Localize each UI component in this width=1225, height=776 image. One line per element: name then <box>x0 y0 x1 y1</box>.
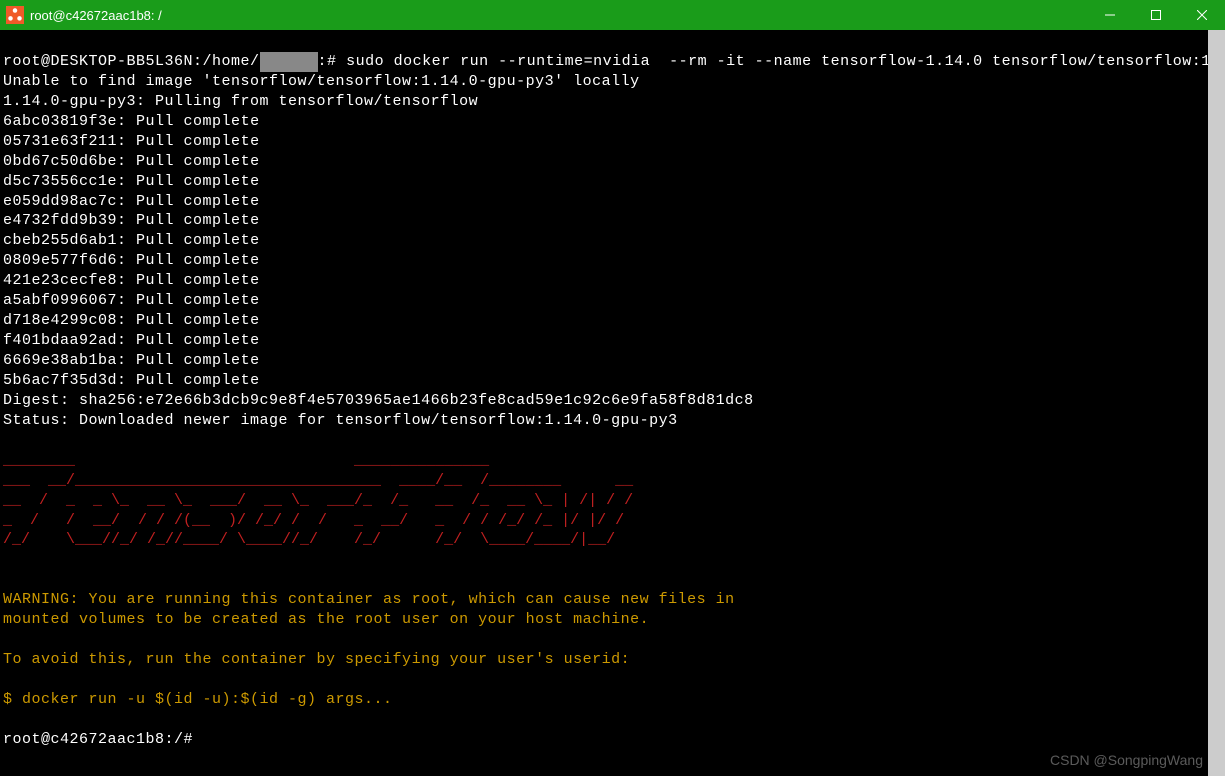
close-button[interactable] <box>1179 0 1225 30</box>
warning-block: WARNING: You are running this container … <box>3 591 735 708</box>
scrollbar-thumb[interactable] <box>1208 30 1225 776</box>
window-titlebar: root@c42672aac1b8: / <box>0 0 1225 30</box>
layer-line: a5abf0996067: Pull complete <box>3 292 260 309</box>
maximize-button[interactable] <box>1133 0 1179 30</box>
layer-line: d5c73556cc1e: Pull complete <box>3 173 260 190</box>
layer-line: 0bd67c50d6be: Pull complete <box>3 153 260 170</box>
layer-line: e4732fdd9b39: Pull complete <box>3 212 260 229</box>
layer-line: f401bdaa92ad: Pull complete <box>3 332 260 349</box>
layer-line: e059dd98ac7c: Pull complete <box>3 193 260 210</box>
layer-line: d718e4299c08: Pull complete <box>3 312 260 329</box>
layer-line: 6abc03819f3e: Pull complete <box>3 113 260 130</box>
window-controls <box>1087 0 1225 30</box>
tensorflow-ascii-art: ________ _______________ ___ __/________… <box>3 452 633 549</box>
titlebar-left: root@c42672aac1b8: / <box>6 6 162 24</box>
output-not-found: Unable to find image 'tensorflow/tensorf… <box>3 73 640 90</box>
layer-line: 421e23cecfe8: Pull complete <box>3 272 260 289</box>
layer-line: 6669e38ab1ba: Pull complete <box>3 352 260 369</box>
minimize-button[interactable] <box>1087 0 1133 30</box>
layer-line: 05731e63f211: Pull complete <box>3 133 260 150</box>
prompt-line: root@DESKTOP-BB5L36N:/home/ :# sudo dock… <box>3 53 1225 70</box>
layer-line: 5b6ac7f35d3d: Pull complete <box>3 372 260 389</box>
scrollbar-track[interactable] <box>1208 30 1225 776</box>
digest-line: Digest: sha256:e72e66b3dcb9c9e8f4e570396… <box>3 392 754 409</box>
watermark: CSDN @SongpingWang <box>1050 752 1203 768</box>
output-pulling: 1.14.0-gpu-py3: Pulling from tensorflow/… <box>3 93 478 110</box>
terminal-area[interactable]: root@DESKTOP-BB5L36N:/home/ :# sudo dock… <box>0 30 1225 752</box>
layer-line: 0809e577f6d6: Pull complete <box>3 252 260 269</box>
status-line: Status: Downloaded newer image for tenso… <box>3 412 678 429</box>
window-title: root@c42672aac1b8: / <box>30 8 162 23</box>
final-prompt: root@c42672aac1b8:/# <box>3 731 193 748</box>
ubuntu-icon <box>6 6 24 24</box>
layer-line: cbeb255d6ab1: Pull complete <box>3 232 260 249</box>
